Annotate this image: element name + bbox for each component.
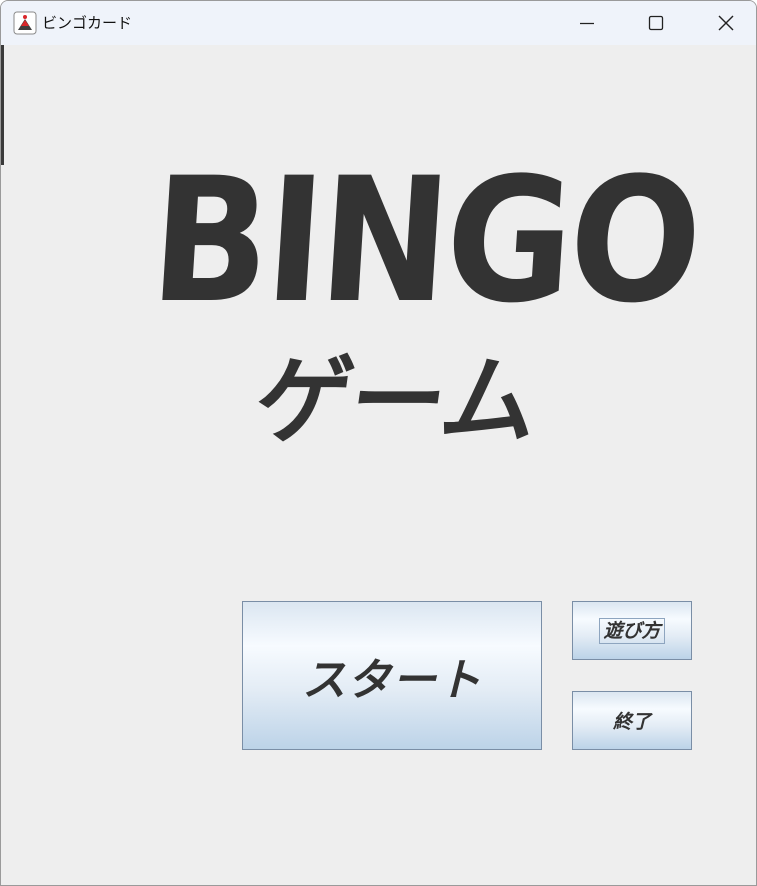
java-cup-icon [13,11,37,35]
start-button-label: スタート [302,654,482,706]
quit-button-label: 終了 [612,711,651,733]
maximize-button[interactable] [621,1,691,45]
close-button[interactable] [691,1,756,45]
app-window: ビンゴカード BINGO ゲーム スタート 遊び方 終了 [0,0,757,886]
window-title: ビンゴカード [42,14,133,32]
window-edge [1,45,4,165]
title-bar[interactable]: ビンゴカード [1,1,756,45]
how-to-play-button-label: 遊び方 [599,617,665,644]
logo-subtitle: ゲーム [248,345,544,457]
minimize-icon [580,22,594,25]
how-to-play-button[interactable]: 遊び方 [572,601,692,660]
start-button[interactable]: スタート [242,601,542,750]
minimize-button[interactable] [552,1,622,45]
maximize-icon [648,15,664,31]
logo-title: BINGO [145,140,705,341]
quit-button[interactable]: 終了 [572,691,692,750]
game-logo: BINGO ゲーム [131,140,705,471]
close-icon [718,15,734,31]
